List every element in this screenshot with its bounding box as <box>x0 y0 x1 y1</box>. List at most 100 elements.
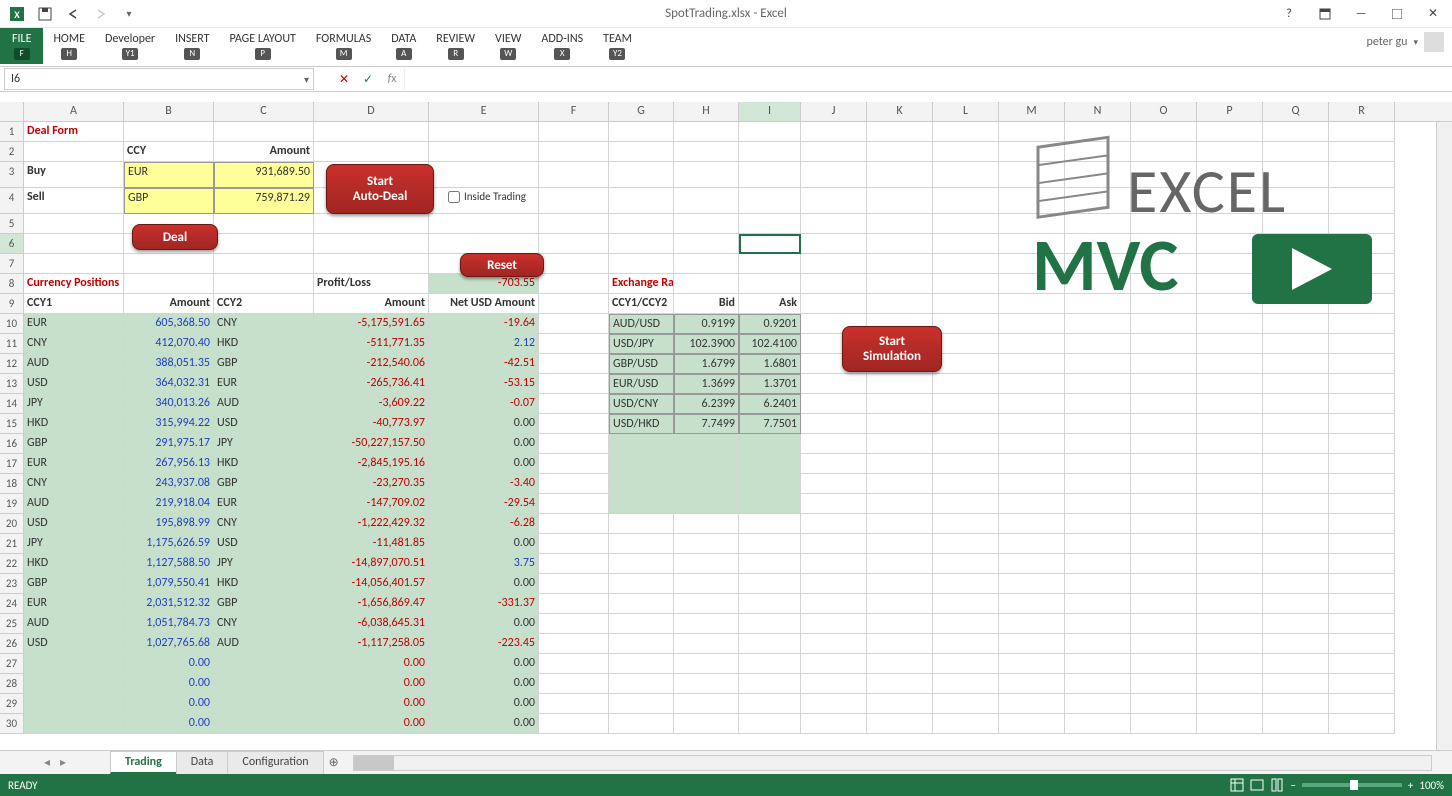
cell[interactable] <box>867 454 933 474</box>
cell[interactable] <box>801 454 867 474</box>
row-header[interactable]: 19 <box>0 494 24 514</box>
cell[interactable] <box>801 654 867 674</box>
cell[interactable] <box>933 374 999 394</box>
cell[interactable] <box>1131 574 1197 594</box>
cell[interactable] <box>801 234 867 254</box>
cell[interactable] <box>1131 414 1197 434</box>
cell[interactable] <box>1065 314 1131 334</box>
cell[interactable] <box>539 714 609 734</box>
cell[interactable]: 0.00 <box>429 674 539 694</box>
cell[interactable] <box>674 254 739 274</box>
cell[interactable] <box>1065 494 1131 514</box>
cell[interactable] <box>867 274 933 294</box>
row-header[interactable]: 5 <box>0 214 24 234</box>
cell[interactable]: Currency Positions <box>24 274 124 294</box>
cell[interactable] <box>1263 454 1329 474</box>
row-header[interactable]: 18 <box>0 474 24 494</box>
cell[interactable] <box>933 714 999 734</box>
cell[interactable]: USD <box>214 534 314 554</box>
cell[interactable]: 388,051.35 <box>124 354 214 374</box>
cell[interactable] <box>1329 634 1395 654</box>
cell[interactable]: Ask <box>739 294 801 314</box>
cell[interactable]: 412,070.40 <box>124 334 214 354</box>
cell[interactable] <box>24 254 124 274</box>
cell[interactable] <box>867 614 933 634</box>
view-pagebreak-icon[interactable] <box>1270 778 1284 792</box>
cell[interactable] <box>867 414 933 434</box>
cell[interactable] <box>739 594 801 614</box>
cell[interactable]: CNY <box>214 614 314 634</box>
cell[interactable] <box>867 474 933 494</box>
cell[interactable] <box>801 594 867 614</box>
cell[interactable] <box>609 474 674 494</box>
cell[interactable] <box>1131 474 1197 494</box>
cell[interactable]: Bid <box>674 294 739 314</box>
cell[interactable] <box>867 214 933 234</box>
sheet-tab-trading[interactable]: Trading <box>110 751 177 774</box>
cell[interactable] <box>801 614 867 634</box>
cell[interactable]: EUR <box>214 374 314 394</box>
cell[interactable]: 0.00 <box>429 574 539 594</box>
cell[interactable] <box>1131 634 1197 654</box>
cell[interactable] <box>1197 614 1263 634</box>
cell[interactable] <box>739 234 801 254</box>
cell[interactable]: -5,175,591.65 <box>314 314 429 334</box>
cell[interactable]: -42.51 <box>429 354 539 374</box>
cell[interactable] <box>933 514 999 534</box>
cell[interactable] <box>429 234 539 254</box>
cell[interactable] <box>999 454 1065 474</box>
cell[interactable] <box>1329 314 1395 334</box>
cell[interactable] <box>1197 314 1263 334</box>
ribbon-tab-developer[interactable]: DeveloperY1 <box>95 28 165 60</box>
cell[interactable]: CNY <box>214 314 314 334</box>
cell[interactable] <box>1065 514 1131 534</box>
cell[interactable] <box>867 634 933 654</box>
row-header[interactable]: 15 <box>0 414 24 434</box>
cell[interactable] <box>801 574 867 594</box>
cell[interactable] <box>214 254 314 274</box>
cell[interactable]: USD/JPY <box>609 334 674 354</box>
cell[interactable]: 6.2399 <box>674 394 739 414</box>
cell[interactable] <box>1197 414 1263 434</box>
cell[interactable] <box>429 142 539 162</box>
cell[interactable]: 1.3701 <box>739 374 801 394</box>
cell[interactable] <box>1065 714 1131 734</box>
cell[interactable] <box>674 454 739 474</box>
cell[interactable]: 315,994.22 <box>124 414 214 434</box>
cell[interactable] <box>867 234 933 254</box>
cell[interactable] <box>674 122 739 142</box>
cell[interactable]: Amount <box>124 294 214 314</box>
cell[interactable] <box>539 654 609 674</box>
cell[interactable] <box>609 574 674 594</box>
cell[interactable]: HKD <box>214 334 314 354</box>
chevron-down-icon[interactable]: ▾ <box>304 73 309 86</box>
cell[interactable] <box>739 574 801 594</box>
cell[interactable]: 0.00 <box>314 674 429 694</box>
cell[interactable] <box>674 142 739 162</box>
row-header[interactable]: 7 <box>0 254 24 274</box>
cell[interactable]: Amount <box>214 142 314 162</box>
cell[interactable]: 102.3900 <box>674 334 739 354</box>
cell[interactable] <box>539 574 609 594</box>
cell[interactable]: 931,689.50 <box>214 162 314 188</box>
cell[interactable] <box>1065 694 1131 714</box>
cell[interactable]: GBP/USD <box>609 354 674 374</box>
cell[interactable] <box>674 554 739 574</box>
cell[interactable] <box>1131 394 1197 414</box>
cell[interactable]: 6.2401 <box>739 394 801 414</box>
cell[interactable] <box>867 374 933 394</box>
cell[interactable] <box>314 254 429 274</box>
row-header[interactable]: 6 <box>0 234 24 254</box>
cell[interactable]: -14,897,070.51 <box>314 554 429 574</box>
cell[interactable] <box>1065 674 1131 694</box>
col-header-P[interactable]: P <box>1197 102 1263 121</box>
sheet-tab-data[interactable]: Data <box>176 751 229 774</box>
horizontal-scrollbar[interactable] <box>353 755 1432 771</box>
cell[interactable] <box>1131 534 1197 554</box>
cell[interactable] <box>539 414 609 434</box>
ribbon-tab-insert[interactable]: INSERTN <box>165 28 219 60</box>
row-header[interactable]: 13 <box>0 374 24 394</box>
cell[interactable]: 1.6799 <box>674 354 739 374</box>
ribbon-tab-data[interactable]: DATAA <box>381 28 426 60</box>
cell[interactable]: 0.00 <box>314 714 429 734</box>
